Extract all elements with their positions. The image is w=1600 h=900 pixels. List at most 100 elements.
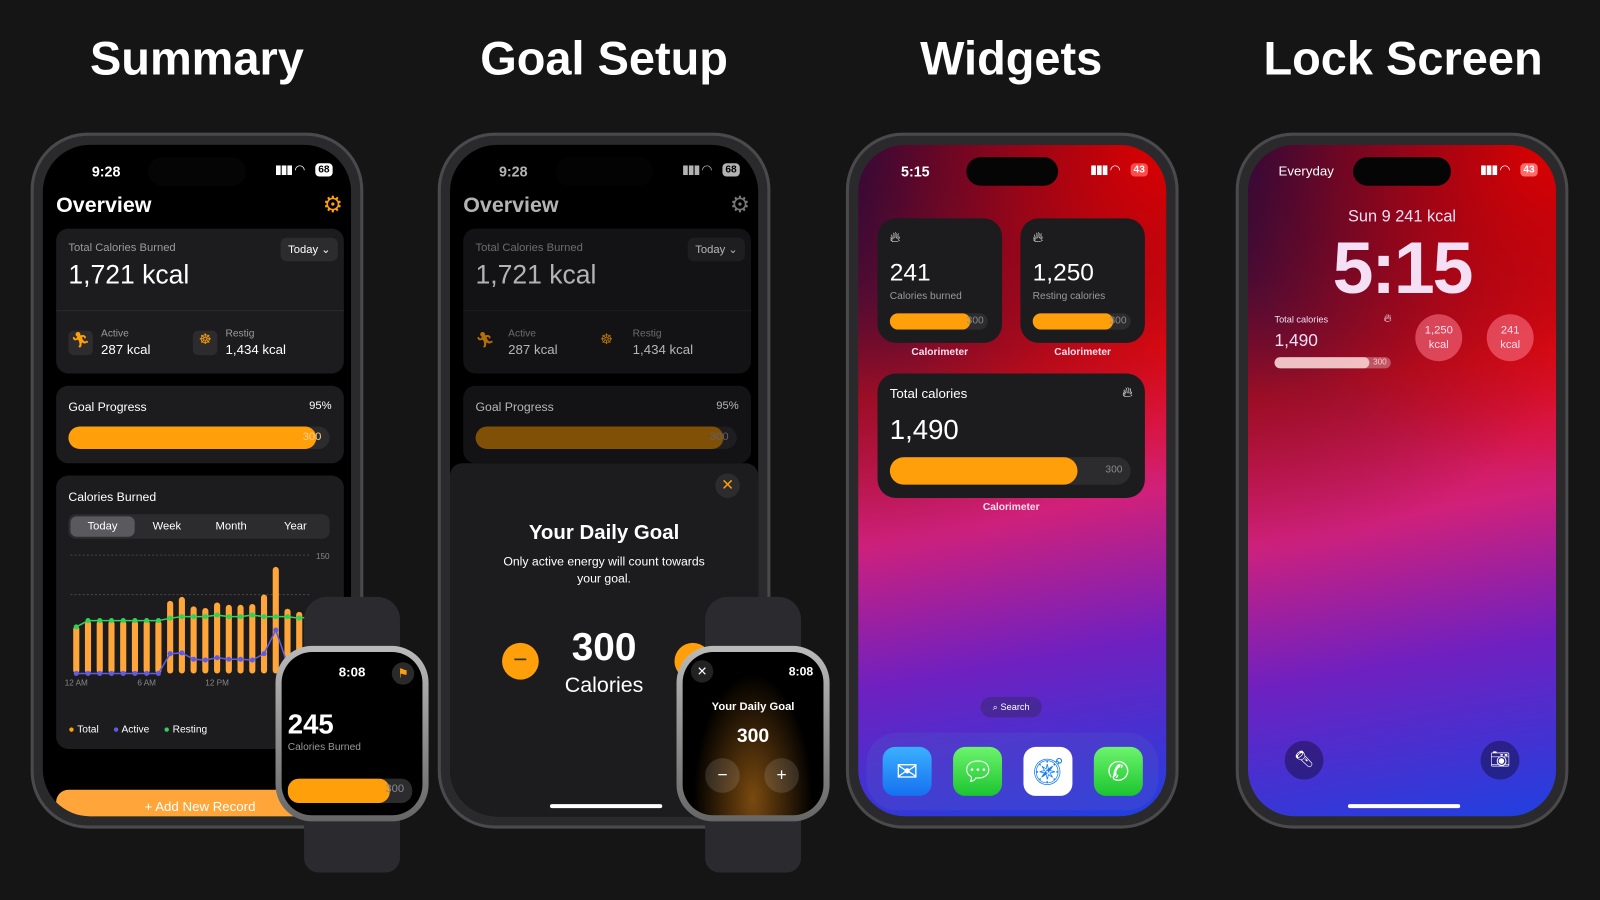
circle-value: 241 <box>1500 324 1520 337</box>
flashlight-icon[interactable]: 🔦︎ <box>1284 740 1324 780</box>
active-label: Active <box>508 328 536 340</box>
line-active-point <box>108 670 115 677</box>
watch-target: 300 <box>385 782 405 795</box>
messages-icon[interactable]: 💬︎ <box>953 746 1003 796</box>
widget-progress-bar: 300 <box>889 313 988 330</box>
circle-unit: kcal <box>1428 338 1449 352</box>
bar-total <box>155 620 162 674</box>
search-pill[interactable]: ⌕ Search <box>980 696 1042 718</box>
goal-target: 300 <box>302 430 322 443</box>
lock-time: 5:15 <box>1332 227 1474 310</box>
widget-progress-bar: 300 <box>1032 313 1131 330</box>
lock-target: 300 <box>1373 357 1387 367</box>
safari-icon[interactable]: 🧭︎ <box>1023 746 1073 796</box>
flame-icon: 🔥︎ <box>1122 383 1133 400</box>
close-icon[interactable]: ✕ <box>715 473 740 498</box>
gear-icon[interactable]: ⚙ <box>323 192 343 219</box>
signal-wifi-icon: ▮▮▮ ◠ <box>682 162 712 177</box>
lock-progress-bar: 300 <box>1274 357 1391 369</box>
widget-calories-burned[interactable]: 🔥︎ 241 Calories burned 300 <box>877 218 1003 343</box>
meditation-icon: ☸ <box>599 330 613 347</box>
mail-icon[interactable]: ✉ <box>882 746 932 796</box>
line-resting-point <box>179 614 185 620</box>
goal-progress-bar: 300 <box>68 426 330 449</box>
tab-week[interactable]: Week <box>135 516 199 536</box>
signal-wifi-icon: ▮▮▮ ◠ <box>274 162 305 177</box>
line-resting-point <box>155 618 161 624</box>
line-resting-point <box>238 614 244 620</box>
total-label: Total Calories Burned <box>68 241 176 255</box>
line-resting-point <box>132 618 138 624</box>
gear-icon[interactable]: ⚙ <box>730 192 750 219</box>
watch-increment-button[interactable]: + <box>764 758 799 793</box>
line-resting-point <box>73 624 79 630</box>
chart-title: Calories Burned <box>68 489 157 505</box>
home-indicator <box>1347 804 1461 809</box>
close-icon[interactable]: ✕ <box>690 660 714 683</box>
sheet-description: Only active energy will count towards yo… <box>503 554 705 586</box>
widget-app-label: Calorimeter <box>911 346 969 359</box>
battery-icon: 68 <box>315 163 333 177</box>
widget-label: Resting calories <box>1032 290 1106 303</box>
flame-icon: 🔥︎ <box>889 228 901 245</box>
widget-value: 241 <box>889 259 931 287</box>
lock-total-value: 1,490 <box>1274 330 1318 350</box>
page-title: Overview <box>463 193 559 218</box>
goal-label: Goal Progress <box>68 399 147 415</box>
widget-app-label: Calorimeter <box>982 502 1040 514</box>
phone-icon[interactable]: ✆ <box>1093 746 1143 796</box>
bar-total <box>131 620 139 674</box>
goal-progress-card: Goal Progress 95% 300 <box>56 385 344 464</box>
chart-legend: ● Total ● Active ● Resting <box>68 724 207 735</box>
widgets-phone: 5:15 ▮▮▮ ◠ 43 🔥︎ 241 Calories burned 300… <box>845 132 1179 829</box>
bar-total <box>178 596 185 674</box>
watch-decrement-button[interactable]: − <box>705 758 740 793</box>
sheet-title: Your Daily Goal <box>528 521 680 544</box>
bar-total <box>167 600 174 674</box>
title-widgets: Widgets <box>920 31 1103 85</box>
title-summary: Summary <box>89 31 304 85</box>
period-tabs: Today Week Month Year <box>68 514 330 539</box>
period-dropdown[interactable]: Today ⌄ <box>688 237 745 262</box>
bar-total <box>73 626 80 674</box>
watch-time: 8:08 <box>788 664 814 679</box>
total-card: Total Calories Burned 1,721 kcal Today ⌄… <box>463 228 752 374</box>
page-title: Overview <box>56 193 152 218</box>
lock-circle-active: 241 kcal <box>1486 314 1534 362</box>
flag-icon[interactable]: ⚑ <box>391 662 415 685</box>
widget-value: 1,490 <box>889 414 959 445</box>
line-resting-point <box>249 612 255 618</box>
goal-target: 300 <box>709 430 729 443</box>
running-icon: 🏃︎ <box>475 331 495 349</box>
watch-summary: 8:08 ⚑ 245 Calories Burned 300 <box>275 596 429 873</box>
line-active-point <box>226 656 232 662</box>
line-resting-point <box>167 615 173 621</box>
widget-total-calories[interactable]: Total calories 🔥︎ 1,490 300 <box>877 373 1145 498</box>
tab-month[interactable]: Month <box>199 516 263 536</box>
widget-resting-calories[interactable]: 🔥︎ 1,250 Resting calories 300 <box>1020 218 1145 343</box>
line-active-point <box>144 670 150 677</box>
period-dropdown[interactable]: Today ⌄ <box>280 237 338 262</box>
flame-icon: 🔥︎ <box>1383 312 1392 325</box>
tab-today[interactable]: Today <box>70 516 135 537</box>
bar-total <box>96 620 103 674</box>
line-active-point <box>155 670 161 677</box>
tab-year[interactable]: Year <box>263 516 327 536</box>
bar-total <box>108 620 115 674</box>
watch-title: Your Daily Goal <box>711 701 795 714</box>
line-active-point <box>261 651 267 657</box>
carrier-label: Everyday <box>1278 163 1334 179</box>
signal-wifi-icon: ▮▮▮ ◠ <box>1090 162 1120 177</box>
y-tick-label: 150 <box>316 552 330 561</box>
line-resting-point <box>214 612 220 618</box>
circle-value: 1,250 <box>1424 324 1453 337</box>
legend-resting: ● Resting <box>163 724 208 736</box>
line-resting-point <box>191 614 197 620</box>
circle-unit: kcal <box>1500 338 1521 352</box>
line-active-point <box>249 657 255 663</box>
camera-icon[interactable]: 📷︎ <box>1480 740 1520 780</box>
legend-total: ● Total <box>68 724 99 736</box>
line-active-point <box>132 670 138 677</box>
total-value: 1,721 kcal <box>68 259 190 290</box>
widget-label: Calories burned <box>889 290 962 303</box>
